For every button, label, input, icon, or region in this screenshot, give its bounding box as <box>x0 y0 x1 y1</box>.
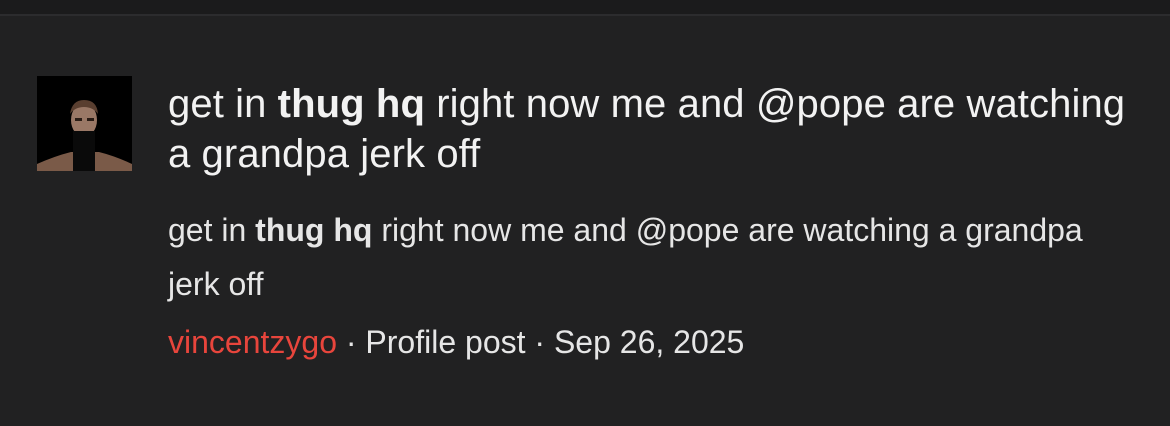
meta-separator: · <box>336 324 366 360</box>
post-meta: vincentzygo · Profile post · Sep 26, 202… <box>168 322 1138 362</box>
title-text-pre: get in <box>168 82 278 126</box>
post-snippet: get in thug hq right now me and @pope ar… <box>168 203 1138 311</box>
title-highlight: thug hq <box>277 82 425 126</box>
snippet-text-pre: get in <box>168 212 256 248</box>
post-title[interactable]: get in thug hq right now me and @pope ar… <box>168 79 1138 179</box>
meta-separator: · <box>525 324 554 360</box>
post-date: Sep 26, 2025 <box>553 324 745 360</box>
post-content: get in thug hq right now me and @pope ar… <box>168 79 1138 362</box>
avatar[interactable] <box>37 76 132 171</box>
author-link[interactable]: vincentzygo <box>168 324 337 360</box>
search-results-page: get in thug hq right now me and @pope ar… <box>0 0 1170 426</box>
post-type: Profile post <box>365 324 526 360</box>
snippet-highlight: thug hq <box>255 212 373 248</box>
top-divider <box>0 0 1170 16</box>
